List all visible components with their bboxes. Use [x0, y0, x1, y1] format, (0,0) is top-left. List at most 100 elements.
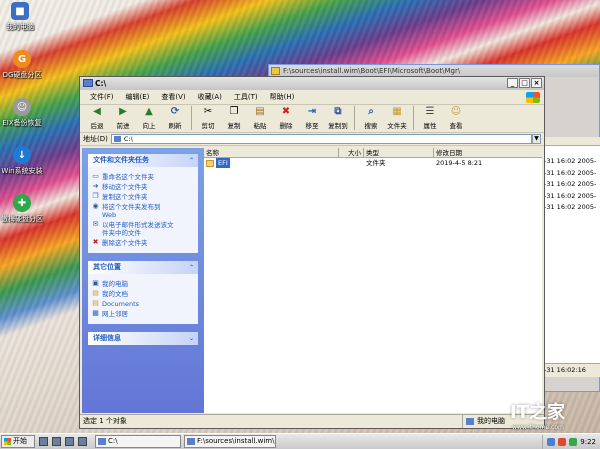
- network-icon[interactable]: [547, 437, 556, 446]
- file-size-cell: [339, 158, 364, 168]
- rename-folder-link[interactable]: ▭ 重命名这个文件夹: [92, 172, 195, 182]
- tray-app-icon[interactable]: [558, 437, 567, 446]
- address-dropdown-button[interactable]: ▼: [532, 134, 541, 144]
- copy-button[interactable]: ❐ 复制: [221, 106, 247, 130]
- views-button[interactable]: ☺ 查看: [443, 106, 469, 130]
- computer-icon: ▣: [92, 279, 99, 287]
- clock: 9:22: [580, 437, 596, 446]
- menu-view[interactable]: 查看(V): [155, 92, 191, 102]
- explorer-window: C:\ _ □ × 文件(F) 编辑(E) 查看(V) 收藏(A) 工具(T) …: [79, 76, 545, 429]
- chevron-up-icon[interactable]: ⌃: [189, 261, 194, 274]
- copy-to-button[interactable]: ⧉ 复制到: [325, 106, 351, 130]
- list-item[interactable]: -31 16:02 2005-: [544, 156, 600, 168]
- table-row[interactable]: EFI 文件夹 2019-4-5 8:21: [204, 158, 542, 168]
- chevron-up-icon[interactable]: ⌃: [189, 154, 194, 167]
- quick-launch: [39, 437, 87, 446]
- minimize-button[interactable]: _: [507, 78, 518, 88]
- paste-icon: ▤: [255, 106, 265, 117]
- folder-icon: [271, 67, 280, 75]
- menu-favorites[interactable]: 收藏(A): [192, 92, 228, 102]
- panel-header[interactable]: 文件和文件夹任务 ⌃: [88, 154, 198, 167]
- properties-button[interactable]: ☰ 属性: [417, 106, 443, 130]
- delete-folder-link[interactable]: ✖ 删除这个文件夹: [92, 238, 195, 248]
- start-button[interactable]: 开始: [1, 435, 35, 448]
- taskbar: 开始 C:\ F:\sources\install.wim\Bo... 9:22: [0, 433, 600, 449]
- place-documents-link[interactable]: ▤ Documents: [92, 299, 195, 309]
- place-my-computer-link[interactable]: ▣ 我的电脑: [92, 279, 195, 289]
- background-status-time: -31 16:02:16: [544, 363, 600, 377]
- desktop-icon-my-computer[interactable]: ■ 我的电脑: [0, 2, 48, 32]
- desktop-icon-win-install[interactable]: ↓ Win系统安装: [0, 146, 50, 176]
- menu-edit[interactable]: 编辑(E): [120, 92, 156, 102]
- paste-button[interactable]: ▤ 粘贴: [247, 106, 273, 130]
- panel-header[interactable]: 其它位置 ⌃: [88, 261, 198, 274]
- menu-tools[interactable]: 工具(T): [228, 92, 264, 102]
- panel-body: ▭ 重命名这个文件夹 ➜ 移动这个文件夹 ❐ 复制这个文件夹 ◉ 将这个文件夹发…: [88, 167, 198, 253]
- list-item[interactable]: -31 16:02 2005-: [544, 191, 600, 203]
- desktop-icon-aomei-partition[interactable]: ✚ 傲梅硬盘分区: [0, 194, 50, 224]
- cut-button[interactable]: ✂ 剪切: [195, 106, 221, 130]
- partition-icon: ✚: [13, 194, 31, 212]
- drive-icon: [83, 79, 93, 87]
- disk-tool-icon[interactable]: [65, 437, 74, 446]
- publish-web-icon: ◉: [92, 202, 99, 210]
- delete-button[interactable]: ✖ 删除: [273, 106, 299, 130]
- back-button[interactable]: ◀ 后退: [84, 106, 110, 130]
- delete-icon: ✖: [281, 106, 291, 117]
- window-titlebar[interactable]: C:\ _ □ ×: [80, 77, 544, 90]
- move-to-icon: ⇥: [307, 106, 317, 117]
- show-desktop-icon[interactable]: [39, 437, 48, 446]
- search-button[interactable]: ⌕ 搜索: [358, 106, 384, 130]
- maximize-button[interactable]: □: [519, 78, 530, 88]
- file-list[interactable]: 名称 大小 类型 修改日期 EFI 文件夹 2019-4-5 8:21: [204, 148, 542, 413]
- column-name[interactable]: 名称: [204, 148, 339, 157]
- volume-icon[interactable]: [569, 437, 578, 446]
- taskbar-button-c-drive[interactable]: C:\: [95, 435, 181, 448]
- address-input[interactable]: C:\: [110, 134, 532, 144]
- column-modified[interactable]: 修改日期: [434, 148, 542, 157]
- panel-header[interactable]: 详细信息 ⌄: [88, 332, 198, 345]
- move-to-button[interactable]: ⇥ 移至: [299, 106, 325, 130]
- folders-button[interactable]: ▦ 文件夹: [384, 106, 410, 130]
- forward-button[interactable]: ▶ 前进: [110, 106, 136, 130]
- refresh-button[interactable]: ⟳ 刷新: [162, 106, 188, 130]
- email-files-link[interactable]: ✉ 以电子邮件形式发送该文 件夹中的文件: [92, 221, 195, 238]
- desktop-icon-backup[interactable]: ☺ EIX备份恢复: [0, 98, 50, 128]
- folders-icon: ▦: [392, 106, 402, 117]
- list-item[interactable]: -31 16:02 2005-: [544, 168, 600, 180]
- address-label: 地址(D): [83, 135, 108, 143]
- menu-help[interactable]: 帮助(H): [264, 92, 301, 102]
- menu-file[interactable]: 文件(F): [84, 92, 120, 102]
- chevron-down-icon[interactable]: ⌄: [189, 332, 194, 345]
- list-item[interactable]: -31 16:02 2005-: [544, 202, 600, 214]
- system-tray: 9:22: [542, 434, 600, 449]
- toolbar-separator: [191, 106, 192, 130]
- explorer-icon[interactable]: [52, 437, 61, 446]
- list-item[interactable]: -31 16:02 2005-: [544, 179, 600, 191]
- up-button[interactable]: ▲ 向上: [136, 106, 162, 130]
- delete-icon: ✖: [92, 238, 99, 246]
- background-list-rows: -31 16:02 2005- -31 16:02 2005- -31 16:0…: [544, 146, 600, 214]
- file-list-header: 名称 大小 类型 修改日期: [204, 148, 542, 158]
- eject-icon[interactable]: [78, 437, 87, 446]
- column-size[interactable]: 大小: [339, 148, 364, 157]
- copy-folder-link[interactable]: ❐ 复制这个文件夹: [92, 193, 195, 202]
- place-my-documents-link[interactable]: ▤ 我的文档: [92, 290, 195, 299]
- folder-icon: ▤: [92, 299, 99, 307]
- backup-icon: ☺: [13, 98, 31, 116]
- window-title: C:\: [95, 79, 107, 88]
- place-network-link[interactable]: ▦ 网上邻居: [92, 310, 195, 319]
- window-controls: _ □ ×: [507, 78, 542, 88]
- scissors-icon: ✂: [203, 106, 213, 117]
- taskbar-button-f-drive[interactable]: F:\sources\install.wim\Bo...: [184, 435, 276, 448]
- close-button[interactable]: ×: [531, 78, 542, 88]
- menu-bar: 文件(F) 编辑(E) 查看(V) 收藏(A) 工具(T) 帮助(H): [80, 90, 544, 105]
- desktop-icon-dg-partition[interactable]: G DG硬盘分区: [0, 50, 50, 80]
- move-folder-link[interactable]: ➜ 移动这个文件夹: [92, 183, 195, 192]
- publish-web-link[interactable]: ◉ 将这个文件夹发布到 Web: [92, 202, 195, 220]
- forward-arrow-icon: ▶: [119, 106, 127, 117]
- rename-icon: ▭: [92, 172, 99, 180]
- status-bar: 选定 1 个对象 我的电脑: [80, 414, 544, 428]
- refresh-icon: ⟳: [170, 106, 180, 117]
- column-type[interactable]: 类型: [364, 148, 434, 157]
